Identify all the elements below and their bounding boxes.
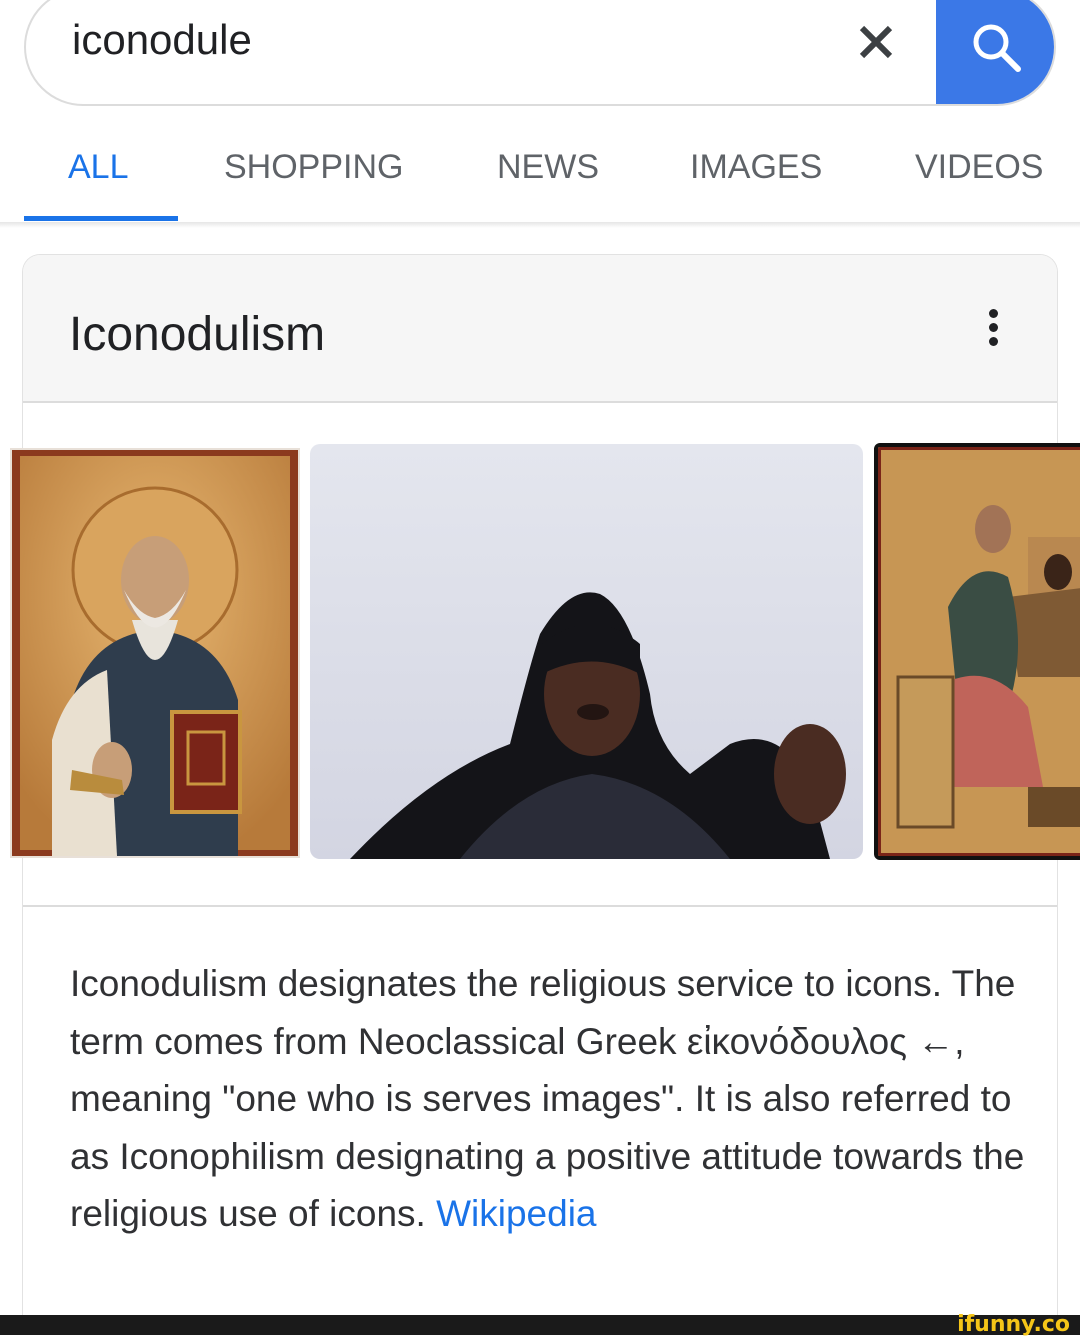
- evangelist-icon-illustration: [878, 447, 1080, 856]
- card-divider: [23, 905, 1057, 907]
- saint-icon-painting[interactable]: [10, 448, 300, 858]
- more-options-button[interactable]: [981, 309, 1005, 349]
- tabs-shadow: [0, 222, 1080, 228]
- search-button[interactable]: [936, 0, 1054, 104]
- clear-search-button[interactable]: [848, 12, 904, 72]
- close-icon: [859, 25, 893, 59]
- tab-shopping[interactable]: SHOPPING: [224, 148, 403, 187]
- search-bar: [24, 0, 1056, 106]
- active-tab-indicator: [24, 216, 178, 221]
- search-input[interactable]: [72, 16, 792, 64]
- wikipedia-link[interactable]: Wikipedia: [436, 1193, 596, 1234]
- tab-all[interactable]: ALL: [68, 148, 129, 187]
- card-title: Iconodulism: [69, 308, 326, 361]
- tab-images[interactable]: IMAGES: [690, 148, 822, 187]
- watermark: ifunny.co: [957, 1312, 1070, 1337]
- evangelist-icon-painting[interactable]: [874, 443, 1080, 860]
- card-header: Iconodulism: [23, 255, 1057, 403]
- tab-videos[interactable]: VIDEOS: [915, 148, 1043, 187]
- webcam-photo-illustration: [310, 444, 863, 859]
- bottom-bar: [0, 1315, 1080, 1335]
- saint-icon-illustration: [12, 450, 298, 856]
- search-tabs: ALL SHOPPING NEWS IMAGES VIDEOS: [0, 118, 1080, 222]
- card-description: Iconodulism designates the religious ser…: [70, 955, 1030, 1243]
- woman-webcam-photo[interactable]: [310, 444, 863, 859]
- tab-news[interactable]: NEWS: [497, 148, 599, 187]
- search-icon: [973, 24, 1021, 72]
- more-vert-icon: [981, 309, 1005, 346]
